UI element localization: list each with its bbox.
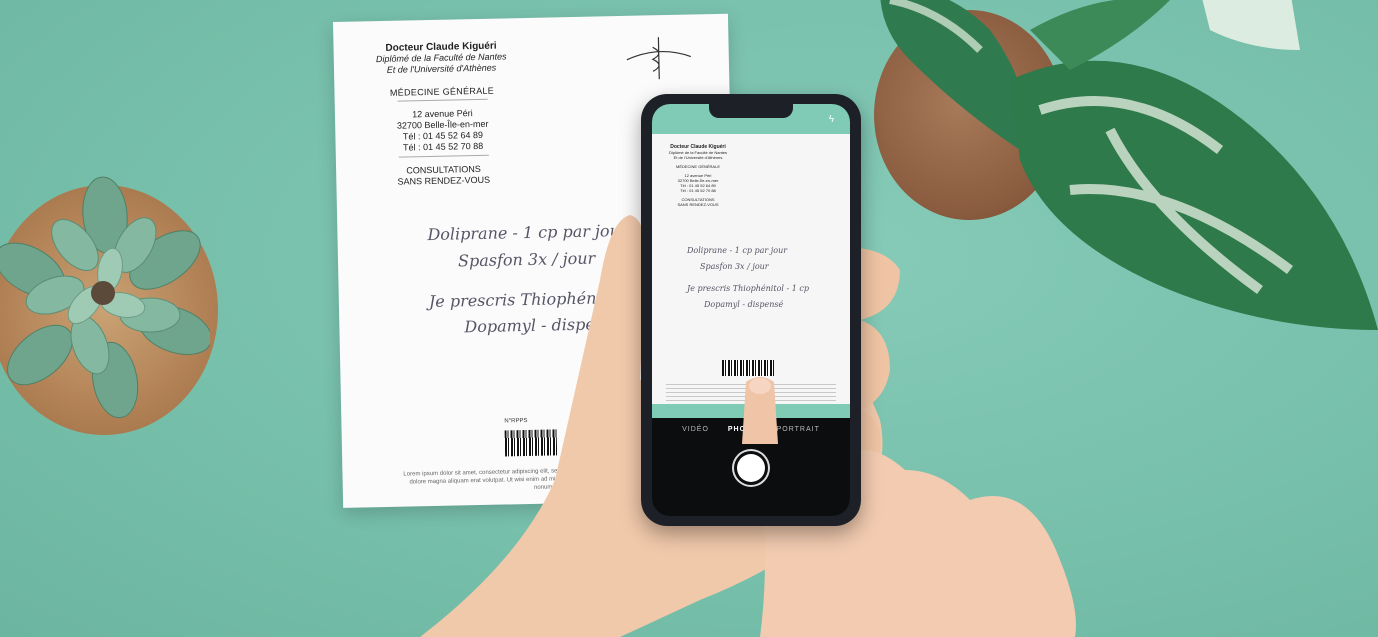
preview-phone-2: Tél : 01 45 52 70 88 bbox=[680, 188, 716, 193]
mode-portrait[interactable]: PORTRAIT bbox=[777, 426, 820, 433]
preview-diploma-2: Et de l'Université d'Athènes bbox=[673, 155, 723, 160]
preview-doctor-header: Docteur Claude Kiguéri Diplômé de la Fac… bbox=[658, 144, 738, 207]
mode-video[interactable]: VIDÉO bbox=[682, 426, 709, 433]
preview-handwritten-2: Spasfon 3x / jour bbox=[700, 262, 769, 271]
preview-specialty: MÉDECINE GÉNÉRALE bbox=[675, 164, 720, 169]
flash-icon[interactable]: ϟ bbox=[829, 114, 834, 125]
tapping-finger bbox=[742, 377, 778, 444]
shutter-button[interactable] bbox=[737, 454, 765, 482]
preview-handwritten-3: Je prescris Thiophénitol - 1 cp bbox=[687, 284, 809, 293]
preview-consult-2: SANS RENDEZ-VOUS bbox=[677, 202, 719, 207]
phone-notch bbox=[709, 104, 793, 118]
preview-handwritten-4: Dopamyl - dispensé bbox=[704, 300, 784, 309]
camera-screen: ϟ Docteur Claude Kiguéri Diplômé de la F… bbox=[652, 104, 850, 516]
preview-handwritten-1: Doliprane - 1 cp par jour bbox=[687, 246, 788, 255]
